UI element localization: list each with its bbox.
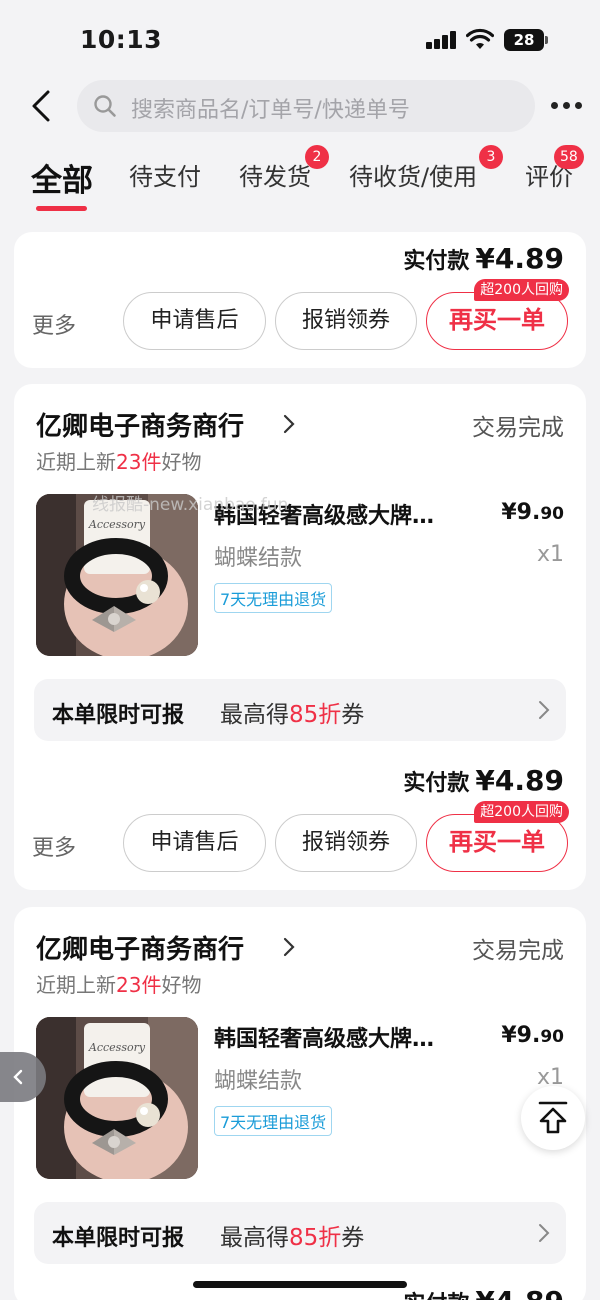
return-policy-tag: 7天无理由退货: [214, 1106, 333, 1136]
search-placeholder: 搜索商品名/订单号/快递单号: [131, 98, 410, 123]
order-tabs: 全部 待支付 待发货 2 待收货/使用 3 评价 58: [0, 145, 600, 215]
chevron-right-icon: [539, 701, 550, 719]
svg-text:Accessory: Accessory: [88, 1041, 146, 1054]
chevron-right-icon[interactable]: [282, 413, 296, 435]
home-indicator[interactable]: [193, 1281, 407, 1288]
rebuy-label: 再买一单: [449, 828, 545, 856]
promo-text: 最高得85折券: [220, 1225, 365, 1251]
product-title[interactable]: 韩国轻奢高级感大牌…: [214, 1021, 476, 1053]
rebuy-label: 再买一单: [449, 306, 545, 334]
chevron-left-icon: [13, 1069, 23, 1085]
tab-pending-receipt[interactable]: 待收货/使用: [349, 157, 477, 192]
promo-label: 本单限时可报: [52, 1226, 185, 1251]
shop-subtitle: 近期上新23件好物: [36, 973, 202, 997]
status-time: 10:13: [80, 25, 163, 54]
svg-text:Accessory: Accessory: [88, 518, 146, 531]
promo-text: 最高得85折券: [220, 702, 365, 728]
shop-name[interactable]: 亿卿电子商务商行: [36, 929, 244, 966]
status-bar: 10:13 28: [0, 0, 600, 80]
rebuy-button[interactable]: 再买一单 超200人回购: [426, 279, 569, 350]
cellular-signal-icon: [426, 31, 458, 49]
arrow-up-icon: [538, 1101, 568, 1134]
rebuy-badge: 超200人回购: [474, 279, 569, 301]
rebuy-badge: 超200人回购: [474, 801, 569, 823]
order-status: 交易完成: [472, 938, 564, 964]
wifi-icon: [466, 28, 494, 49]
order-card: 实付款 ¥4.89 更多 申请售后 报销领券 再买一单 超200人回购: [14, 232, 586, 368]
paid-amount: ¥4.89: [475, 764, 564, 797]
shop-name[interactable]: 亿卿电子商务商行: [36, 406, 244, 443]
tab-badge-review: 58: [554, 145, 584, 169]
tab-all[interactable]: 全部: [31, 155, 93, 200]
tab-pending-payment[interactable]: 待支付: [129, 157, 201, 192]
chevron-right-icon: [539, 1224, 550, 1242]
search-icon: [94, 95, 116, 117]
back-arrow-icon[interactable]: [26, 88, 62, 124]
scroll-to-top-button[interactable]: [521, 1086, 585, 1150]
paid-amount: ¥4.89: [475, 1285, 564, 1300]
rebuy-button[interactable]: 再买一单 超200人回购: [426, 801, 569, 872]
order-card: 亿卿电子商务商行 交易完成 近期上新23件好物 Accessory 韩国轻奢高级…: [14, 384, 586, 890]
tab-badge-pending-receipt: 3: [479, 145, 503, 169]
promo-label: 本单限时可报: [52, 703, 185, 728]
product-price: ¥9.90: [501, 1023, 564, 1048]
more-options-icon[interactable]: [551, 102, 583, 110]
shop-subtitle: 近期上新23件好物: [36, 450, 202, 474]
after-sale-button[interactable]: 申请售后: [123, 292, 266, 350]
active-tab-indicator: [36, 206, 87, 211]
paid-label: 实付款: [403, 771, 470, 796]
product-image[interactable]: Accessory: [36, 1017, 198, 1179]
more-link[interactable]: 更多: [32, 308, 76, 340]
search-input[interactable]: 搜索商品名/订单号/快递单号: [77, 80, 535, 132]
paid-amount: ¥4.89: [475, 242, 564, 275]
product-variant: 蝴蝶结款: [214, 546, 303, 571]
paid-amount-row: 实付款¥4.89: [403, 242, 564, 275]
more-link[interactable]: 更多: [32, 830, 76, 862]
product-image[interactable]: Accessory: [36, 494, 198, 656]
reimburse-coupon-button[interactable]: 报销领券: [275, 814, 417, 872]
paid-amount-row: 实付款 ¥4.89: [403, 1285, 564, 1300]
paid-label: 实付款: [403, 1292, 469, 1300]
chevron-right-icon[interactable]: [282, 936, 296, 958]
battery-icon: 28: [504, 29, 548, 51]
order-card: 亿卿电子商务商行 交易完成 近期上新23件好物 Accessory 韩国轻奢高级…: [14, 907, 586, 1300]
after-sale-button[interactable]: 申请售后: [123, 814, 266, 872]
paid-label: 实付款: [403, 249, 470, 274]
reimburse-promo-bar[interactable]: 本单限时可报 最高得85折券: [34, 1202, 566, 1264]
product-variant: 蝴蝶结款: [214, 1069, 303, 1094]
tab-pending-shipment[interactable]: 待发货: [239, 157, 311, 192]
order-status: 交易完成: [472, 415, 564, 441]
reimburse-promo-bar[interactable]: 本单限时可报 最高得85折券: [34, 679, 566, 741]
reimburse-coupon-button[interactable]: 报销领券: [275, 292, 417, 350]
watermark: 线报酷-new.xianbao.fun: [92, 495, 289, 515]
product-price: ¥9.90: [501, 500, 564, 525]
battery-level: 28: [513, 31, 535, 49]
tab-badge-pending-shipment: 2: [305, 145, 329, 169]
product-quantity: x1: [536, 542, 564, 567]
return-policy-tag: 7天无理由退货: [214, 583, 333, 613]
paid-amount-row: 实付款¥4.89: [403, 764, 564, 797]
